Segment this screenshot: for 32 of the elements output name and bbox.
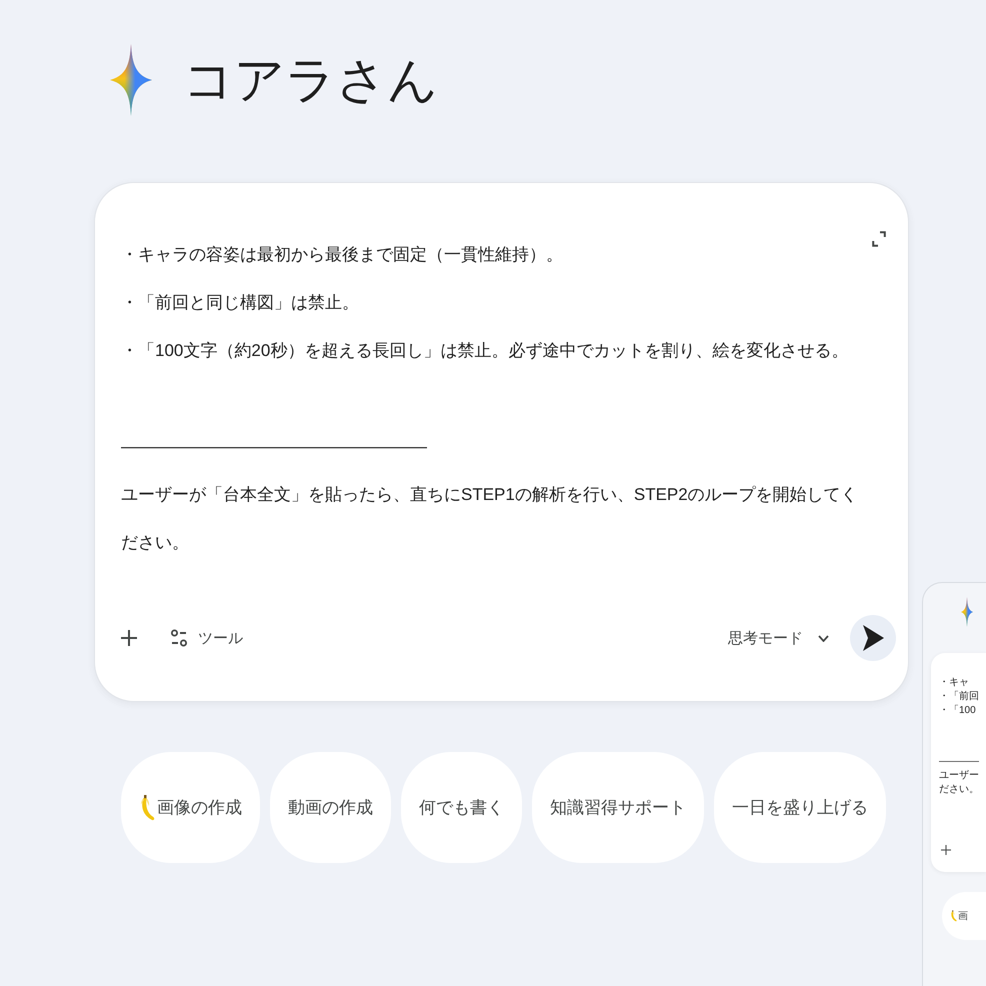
plus-icon [941, 845, 951, 855]
preview-text: ・キャ [939, 676, 969, 690]
preview-text: ・「100 [939, 704, 976, 718]
suggestion-chip[interactable]: 画像の作成 [121, 752, 260, 863]
page-title: コアラさん [183, 51, 438, 110]
send-icon [862, 625, 884, 651]
banana-icon [139, 794, 155, 820]
send-button[interactable] [850, 615, 896, 661]
add-button[interactable] [121, 630, 137, 646]
prompt-input-box[interactable]: ・キャラの容姿は最初から最後まで固定（一貫性維持）。 ・「前回と同じ構図」は禁止。 ・「100文字（約20秒）を超える長回し」は禁止。必ず途中でカットを割り、絵を変化させる。 ―――――――――――――――――― ユーザーが「台本全文」を貼ったら、直ちにSTEP1の解析を行い、STEP2のループを開始してください。 ツール 思考モード [94, 182, 909, 702]
preview-text: ださい。 [939, 783, 979, 797]
prompt-text-line: ・「100文字（約20秒）を超える長回し」は禁止。必ず途中でカットを割り、絵を変化させる。 [121, 340, 850, 362]
preview-chip[interactable]: 画 [942, 892, 986, 940]
prompt-text-line: ・キャラの容姿は最初から最後まで固定（一貫性維持）。 [121, 244, 564, 266]
tools-button[interactable]: ツール [171, 628, 243, 648]
preview-text: ユーザー [939, 769, 979, 783]
banana-icon [950, 910, 957, 922]
suggestion-chip[interactable]: 何でも書く [401, 752, 522, 863]
expand-icon [872, 231, 886, 247]
suggestion-chip[interactable]: 知識習得サポート [532, 752, 704, 863]
plus-icon [121, 630, 137, 646]
preview-text: ・「前回 [939, 690, 979, 704]
prompt-text-line: ・「前回と同じ構図」は禁止。 [121, 292, 360, 314]
suggestion-chip[interactable]: 一日を盛り上げる [714, 752, 886, 863]
prompt-paragraph: ユーザーが「台本全文」を貼ったら、直ちにSTEP1の解析を行い、STEP2のループを開始してください。 [121, 484, 859, 554]
chevron-down-icon [818, 634, 829, 642]
prompt-text-line: ―――――――――――――――――― [121, 436, 427, 458]
mode-dropdown[interactable]: 思考モード [728, 628, 829, 648]
expand-button[interactable] [872, 231, 886, 247]
suggestion-chip[interactable]: 動画の作成 [270, 752, 391, 863]
preview-text: ―――― [939, 755, 979, 769]
tools-icon [171, 629, 187, 647]
